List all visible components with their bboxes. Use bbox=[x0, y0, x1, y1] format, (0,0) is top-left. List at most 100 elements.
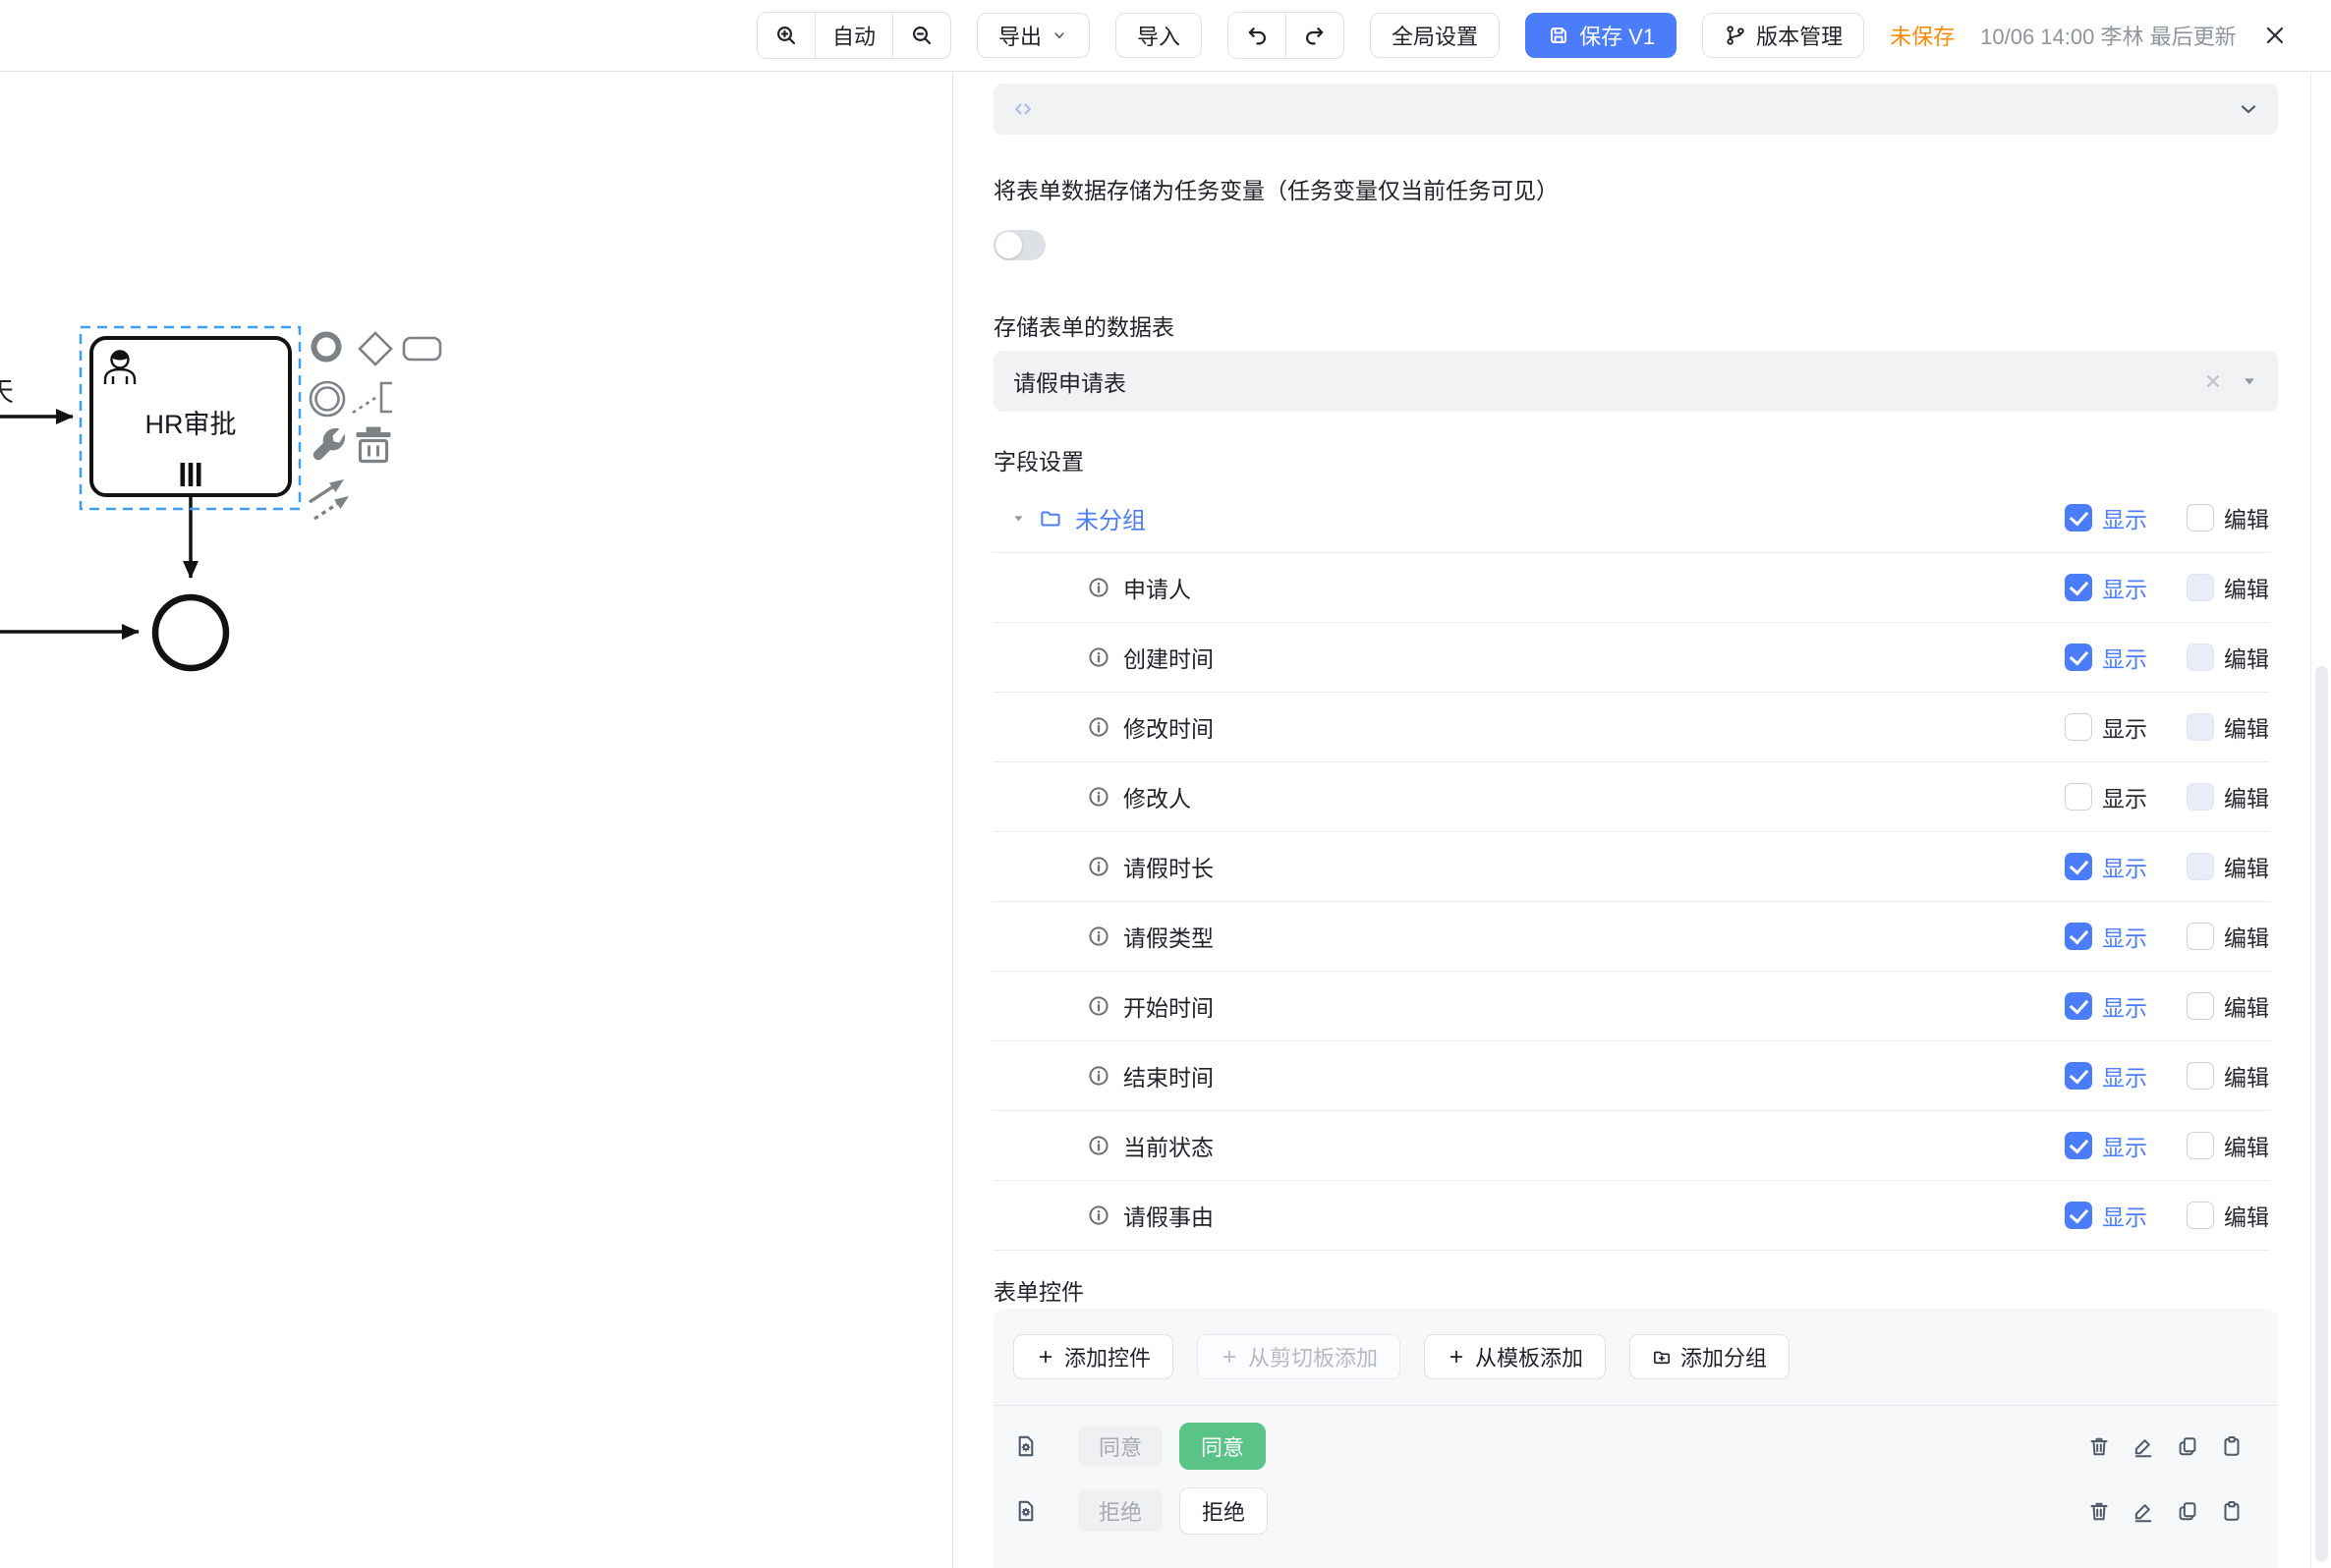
app-root: 自动 导出 导入 全局设置 保存 V1 版本管理 未保存 10/06 14:00… bbox=[0, 0, 2331, 1568]
text-annotation-icon[interactable] bbox=[353, 383, 392, 413]
field-name: 结束时间 bbox=[1123, 1059, 1214, 1092]
wrench-icon[interactable] bbox=[313, 428, 345, 460]
show-label: 显示 bbox=[2102, 989, 2147, 1023]
clipboard-icon[interactable] bbox=[2220, 1434, 2244, 1458]
append-end-event-icon[interactable] bbox=[314, 335, 339, 360]
field-group-row[interactable]: 未分组 显示 编辑 bbox=[994, 483, 2269, 553]
add-button-label: 添加分组 bbox=[1680, 1341, 1767, 1372]
append-gateway-icon[interactable] bbox=[360, 333, 391, 364]
control-tag: 同意 bbox=[1078, 1426, 1163, 1467]
info-icon bbox=[1087, 576, 1110, 599]
add-button[interactable]: 添加分组 bbox=[1629, 1334, 1790, 1379]
panel-scrollbar-track bbox=[2310, 73, 2331, 1568]
import-label: 导入 bbox=[1137, 20, 1180, 51]
field-row: 结束时间 显示 编辑 bbox=[994, 1041, 2269, 1111]
field-row: 请假事由 显示 编辑 bbox=[994, 1181, 2269, 1251]
datasheet-select[interactable]: 请假申请表 bbox=[994, 351, 2278, 412]
show-checkbox[interactable] bbox=[2065, 713, 2092, 741]
control-tag: 拒绝 bbox=[1078, 1490, 1163, 1532]
save-label: 保存 V1 bbox=[1579, 20, 1655, 51]
bpmn-canvas[interactable]: HR审批 天 bbox=[0, 73, 952, 1568]
field-row: 申请人 显示 编辑 bbox=[994, 553, 2269, 623]
edit-checkbox[interactable] bbox=[2187, 783, 2214, 811]
edit-icon[interactable] bbox=[2132, 1434, 2155, 1458]
control-preview-button[interactable]: 拒绝 bbox=[1179, 1487, 1268, 1535]
controls-divider bbox=[994, 1405, 2278, 1406]
code-expression-collapsed[interactable] bbox=[994, 84, 2278, 135]
redo-button[interactable] bbox=[1285, 13, 1343, 58]
edit-checkbox[interactable] bbox=[2187, 644, 2214, 671]
edit-checkbox[interactable] bbox=[2187, 923, 2214, 950]
close-icon[interactable] bbox=[2262, 23, 2288, 48]
edit-checkbox[interactable] bbox=[2187, 713, 2214, 741]
group-show-checkbox[interactable] bbox=[2065, 504, 2092, 532]
edit-checkbox[interactable] bbox=[2187, 574, 2214, 601]
field-name: 请假事由 bbox=[1123, 1199, 1214, 1232]
select-caret-icon bbox=[2241, 372, 2258, 390]
undo-button[interactable] bbox=[1228, 13, 1285, 58]
form-controls-container: 添加控件 从剪切板添加 从模板添加 添加分组 同意 同意 拒绝 拒绝 bbox=[994, 1309, 2278, 1568]
group-edit-checkbox[interactable] bbox=[2187, 504, 2214, 532]
edit-checkbox[interactable] bbox=[2187, 1202, 2214, 1229]
field-row: 修改时间 显示 编辑 bbox=[994, 693, 2269, 762]
undo-redo-group bbox=[1227, 12, 1344, 59]
info-icon bbox=[1087, 785, 1110, 809]
show-checkbox[interactable] bbox=[2065, 1062, 2092, 1090]
edit-checkbox[interactable] bbox=[2187, 992, 2214, 1020]
clipboard-icon[interactable] bbox=[2220, 1499, 2244, 1523]
properties-panel: 将表单数据存储为任务变量（任务变量仅当前任务可见） 存储表单的数据表 请假申请表… bbox=[952, 73, 2331, 1568]
show-checkbox[interactable] bbox=[2065, 853, 2092, 880]
show-checkbox[interactable] bbox=[2065, 1202, 2092, 1229]
trash-icon[interactable] bbox=[2087, 1499, 2111, 1523]
edit-label: 编辑 bbox=[2224, 850, 2269, 883]
edit-checkbox[interactable] bbox=[2187, 1062, 2214, 1090]
import-button[interactable]: 导入 bbox=[1115, 13, 1202, 58]
branch-icon bbox=[1724, 24, 1747, 47]
field-row: 请假时长 显示 编辑 bbox=[994, 832, 2269, 902]
clear-icon[interactable] bbox=[2201, 369, 2225, 393]
info-icon bbox=[1087, 715, 1110, 739]
control-preview-button[interactable]: 同意 bbox=[1179, 1423, 1266, 1470]
edit-icon[interactable] bbox=[2132, 1499, 2155, 1523]
show-checkbox[interactable] bbox=[2065, 992, 2092, 1020]
store-var-toggle[interactable] bbox=[994, 230, 1046, 260]
global-settings-button[interactable]: 全局设置 bbox=[1370, 13, 1500, 58]
zoom-in-button[interactable] bbox=[758, 13, 815, 58]
undo-icon bbox=[1245, 24, 1269, 47]
show-checkbox[interactable] bbox=[2065, 644, 2092, 671]
edit-label: 编辑 bbox=[2224, 989, 2269, 1023]
zoom-auto-button[interactable]: 自动 bbox=[815, 13, 892, 58]
show-checkbox[interactable] bbox=[2065, 574, 2092, 601]
group-caret-icon[interactable] bbox=[1011, 511, 1026, 526]
save-button[interactable]: 保存 V1 bbox=[1525, 13, 1677, 58]
show-checkbox[interactable] bbox=[2065, 783, 2092, 811]
copy-icon[interactable] bbox=[2176, 1499, 2199, 1523]
folder-icon bbox=[1039, 506, 1062, 530]
field-row: 创建时间 显示 编辑 bbox=[994, 623, 2269, 693]
export-label: 导出 bbox=[998, 20, 1042, 51]
field-name: 请假类型 bbox=[1123, 920, 1214, 953]
connect-arrows-icon[interactable] bbox=[310, 479, 349, 519]
trash-icon[interactable] bbox=[2087, 1434, 2111, 1458]
edit-checkbox[interactable] bbox=[2187, 1132, 2214, 1159]
zoom-group: 自动 bbox=[757, 12, 951, 59]
add-buttons-row: 添加控件 从剪切板添加 从模板添加 添加分组 bbox=[994, 1309, 2278, 1379]
zoom-out-button[interactable] bbox=[892, 13, 950, 58]
show-checkbox[interactable] bbox=[2065, 923, 2092, 950]
add-button[interactable]: 从模板添加 bbox=[1424, 1334, 1606, 1379]
copy-icon[interactable] bbox=[2176, 1434, 2199, 1458]
field-name: 请假时长 bbox=[1123, 850, 1214, 883]
end-event[interactable] bbox=[155, 597, 226, 668]
panel-scrollbar-thumb[interactable] bbox=[2315, 666, 2328, 1562]
export-button[interactable]: 导出 bbox=[977, 13, 1090, 58]
datasheet-value: 请假申请表 bbox=[1013, 364, 2201, 398]
trash-icon[interactable] bbox=[357, 427, 391, 462]
add-button[interactable]: 添加控件 bbox=[1013, 1334, 1173, 1379]
append-task-icon[interactable] bbox=[404, 338, 440, 360]
plus-icon bbox=[1447, 1347, 1466, 1367]
edit-label: 编辑 bbox=[2224, 1199, 2269, 1232]
edit-checkbox[interactable] bbox=[2187, 853, 2214, 880]
add-group-icon bbox=[1652, 1347, 1672, 1367]
show-checkbox[interactable] bbox=[2065, 1132, 2092, 1159]
version-management-button[interactable]: 版本管理 bbox=[1702, 13, 1864, 58]
